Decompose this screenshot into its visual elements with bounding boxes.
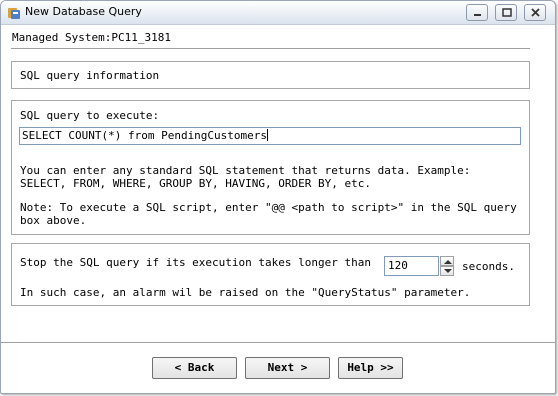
info-section: SQL query information (11, 61, 530, 89)
text-caret (267, 129, 269, 141)
next-button[interactable]: Next > (245, 357, 330, 379)
close-button[interactable] (524, 4, 546, 21)
query-note-line1: Note: To execute a SQL script, enter "@@… (20, 201, 517, 214)
arrow-down-icon (444, 269, 452, 273)
spin-down-button[interactable] (440, 266, 454, 276)
close-icon (531, 8, 540, 17)
sql-query-value: SELECT COUNT(*) from PendingCustomers (22, 129, 268, 142)
timeout-input[interactable]: 120 (384, 256, 439, 276)
query-section: SQL query to execute: SELECT COUNT(*) fr… (11, 100, 530, 235)
query-help-line1: You can enter any standard SQL statement… (20, 164, 471, 177)
back-button[interactable]: < Back (152, 357, 237, 379)
info-label: SQL query information (20, 69, 160, 82)
maximize-icon (502, 8, 512, 17)
help-button[interactable]: Help >> (338, 357, 403, 379)
header-divider (11, 48, 530, 49)
spin-up-button[interactable] (440, 256, 454, 266)
query-label: SQL query to execute: (20, 109, 160, 122)
app-icon (7, 6, 21, 20)
arrow-up-icon (444, 260, 452, 264)
seconds-label: seconds. (462, 260, 515, 273)
maximize-button[interactable] (495, 4, 517, 21)
timeout-spinner[interactable]: 120 (384, 256, 455, 276)
sql-query-input[interactable]: SELECT COUNT(*) from PendingCustomers (19, 127, 521, 145)
window-title: New Database Query (25, 5, 142, 18)
managed-system-label: Managed System:PC11_3181 (12, 31, 171, 44)
query-note-line2: box above. (20, 214, 87, 227)
alarm-text: In such case, an alarm wil be raised on … (20, 286, 471, 299)
minimize-button[interactable] (466, 4, 488, 21)
title-bar[interactable]: New Database Query (1, 1, 555, 25)
timeout-section: Stop the SQL query if its execution take… (11, 243, 530, 306)
minimize-icon (474, 14, 481, 16)
timeout-label: Stop the SQL query if its execution take… (20, 256, 371, 269)
footer-divider (1, 342, 555, 343)
dialog-window: New Database Query Managed System:PC11_3… (0, 0, 556, 394)
query-help-line2: SELECT, FROM, WHERE, GROUP BY, HAVING, O… (20, 177, 371, 190)
